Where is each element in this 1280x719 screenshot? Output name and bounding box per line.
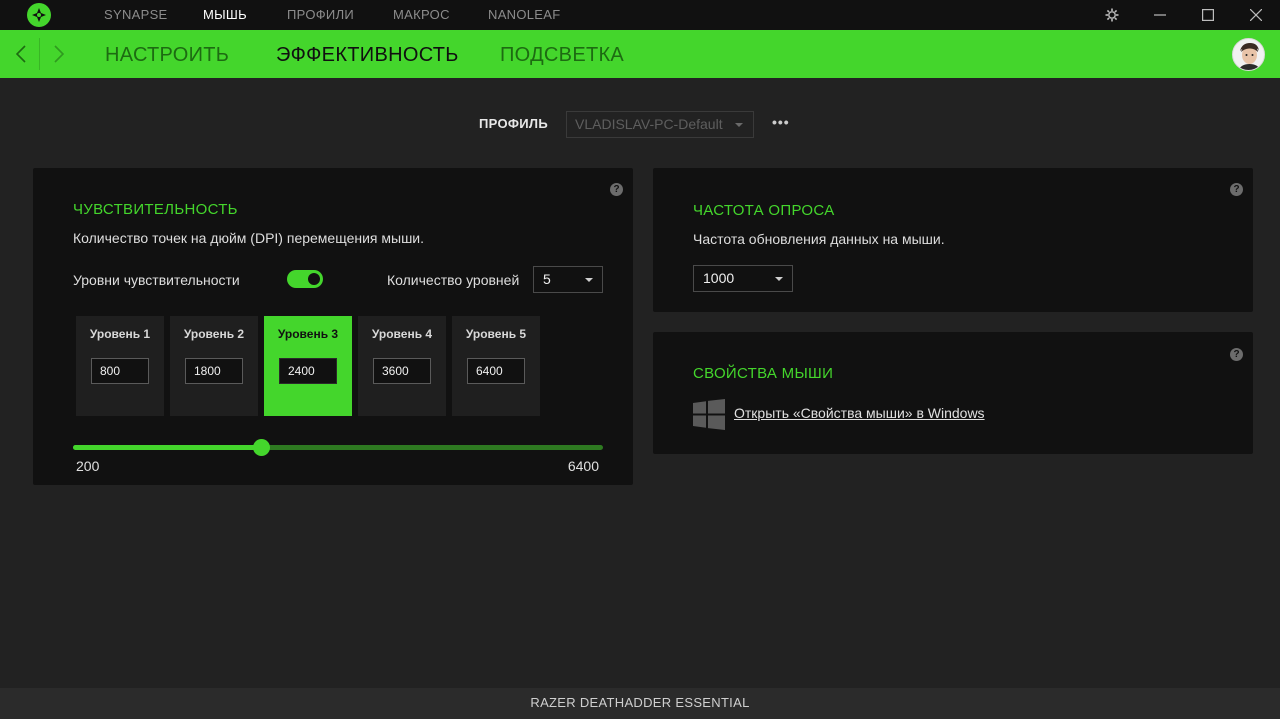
windows-logo-icon [693,399,725,435]
mouse-properties-panel: ? СВОЙСТВА МЫШИ Открыть «Свойства мыши» … [653,332,1253,454]
stage-card-2[interactable]: Уровень 2 1800 [170,316,258,416]
stage-label: Уровень 4 [371,327,433,341]
chevron-down-icon [585,278,593,282]
stage-label: Уровень 1 [89,327,151,341]
tab-customize[interactable]: НАСТРОИТЬ [105,30,229,78]
chevron-down-icon [775,277,783,281]
polling-rate-dropdown[interactable]: 1000 [693,265,793,292]
nav-nanoleaf[interactable]: NANOLEAF [488,0,560,30]
stage-label: Уровень 2 [183,327,245,341]
forward-arrow-icon[interactable] [41,30,77,78]
title-bar: SYNAPSE МЫШЬ ПРОФИЛИ МАКРОС NANOLEAF [0,0,1280,30]
stage-label: Уровень 5 [465,327,527,341]
sub-navigation-bar: НАСТРОИТЬ ЭФФЕКТИВНОСТЬ ПОДСВЕТКА [0,30,1280,78]
back-arrow-icon[interactable] [3,30,39,78]
minimize-icon[interactable] [1145,0,1175,30]
more-options-icon[interactable]: ••• [772,114,790,130]
stage-card-5[interactable]: Уровень 5 6400 [452,316,540,416]
dpi-slider[interactable] [73,439,603,456]
nav-mouse[interactable]: МЫШЬ [203,0,247,30]
dpi-slider-max: 6400 [567,458,599,474]
dpi-slider-thumb[interactable] [253,439,270,456]
polling-rate-value: 1000 [703,270,735,286]
stage-card-3[interactable]: Уровень 3 2400 [264,316,352,416]
profile-selected-value: VLADISLAV-PC-Default [575,116,723,132]
stage-dpi-input[interactable]: 2400 [279,358,337,384]
razer-logo-icon[interactable] [27,3,51,27]
polling-description: Частота обновления данных на мыши. [693,231,945,247]
stage-count-value: 5 [543,271,551,287]
stage-dpi-input[interactable]: 3600 [373,358,431,384]
sensitivity-stages-label: Уровни чувствительности [73,272,240,288]
close-icon[interactable] [1241,0,1271,30]
polling-title: ЧАСТОТА ОПРОСА [693,202,835,219]
help-icon[interactable]: ? [610,183,623,196]
tab-performance[interactable]: ЭФФЕКТИВНОСТЬ [276,30,459,78]
stage-card-4[interactable]: Уровень 4 3600 [358,316,446,416]
help-icon[interactable]: ? [1230,348,1243,361]
stage-dpi-input[interactable]: 1800 [185,358,243,384]
stage-dpi-input[interactable]: 800 [91,358,149,384]
sensitivity-stages-toggle[interactable] [287,270,323,288]
divider [39,38,40,70]
stage-dpi-input[interactable]: 6400 [467,358,525,384]
user-avatar[interactable] [1232,38,1265,71]
stage-count-label: Количество уровней [387,272,520,288]
help-icon[interactable]: ? [1230,183,1243,196]
polling-rate-panel: ? ЧАСТОТА ОПРОСА Частота обновления данн… [653,168,1253,312]
nav-synapse[interactable]: SYNAPSE [104,0,168,30]
profile-label: ПРОФИЛЬ [479,116,548,131]
dpi-slider-fill [73,445,261,450]
tab-lighting[interactable]: ПОДСВЕТКА [500,30,624,78]
stage-card-1[interactable]: Уровень 1 800 [76,316,164,416]
device-name: RAZER DEATHADDER ESSENTIAL [530,695,750,710]
sensitivity-panel: ? ЧУВСТВИТЕЛЬНОСТЬ Количество точек на д… [33,168,633,485]
sensitivity-title: ЧУВСТВИТЕЛЬНОСТЬ [73,201,238,218]
stage-count-dropdown[interactable]: 5 [533,266,603,293]
nav-macros[interactable]: МАКРОС [393,0,450,30]
nav-profiles[interactable]: ПРОФИЛИ [287,0,354,30]
profile-dropdown[interactable]: VLADISLAV-PC-Default [566,111,754,138]
settings-gear-icon[interactable] [1097,0,1127,30]
device-name-bar: RAZER DEATHADDER ESSENTIAL [0,688,1280,719]
dpi-slider-min: 200 [76,458,100,474]
sensitivity-description: Количество точек на дюйм (DPI) перемещен… [73,230,425,246]
maximize-icon[interactable] [1193,0,1223,30]
mouse-properties-title: СВОЙСТВА МЫШИ [693,365,834,382]
stage-label: Уровень 3 [277,327,339,341]
open-mouse-properties-link[interactable]: Открыть «Свойства мыши» в Windows [734,405,985,421]
toggle-knob [308,273,320,285]
chevron-down-icon [735,123,743,127]
